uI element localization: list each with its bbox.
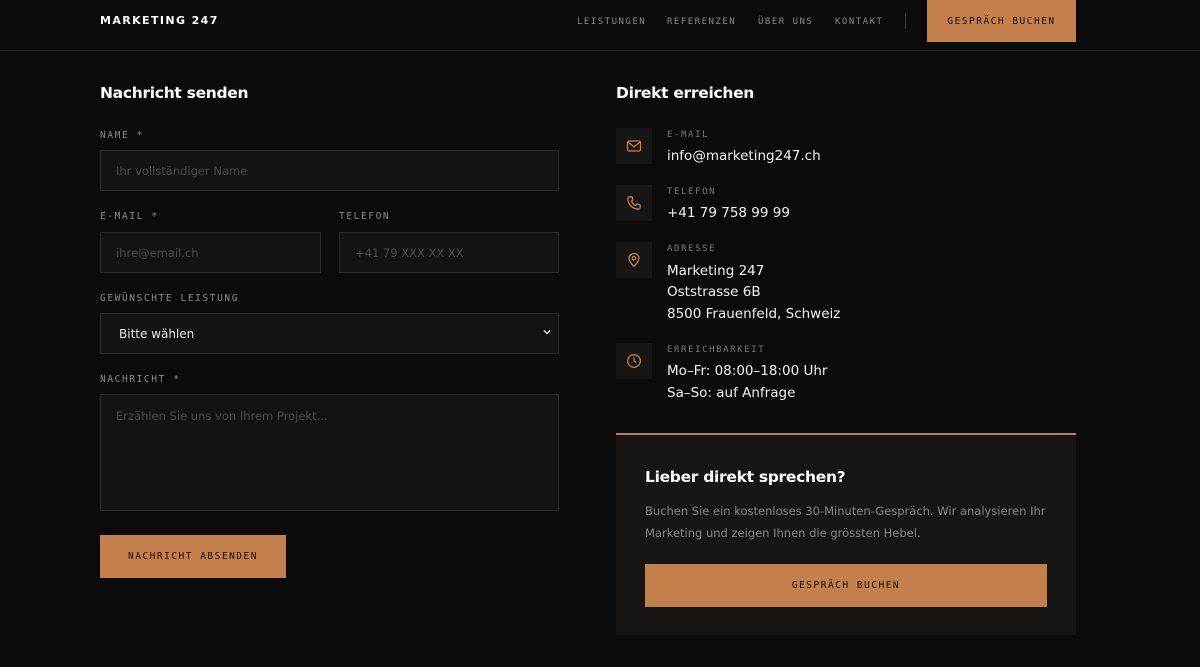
address-line-2: Oststrasse 6B: [667, 284, 761, 300]
service-label: GEWÜNSCHTE LEISTUNG: [100, 293, 240, 304]
form-title: Nachricht senden: [100, 84, 249, 102]
header-book-call-button[interactable]: GESPRÄCH BUCHEN: [927, 0, 1076, 42]
phone-info-value[interactable]: +41 79 758 99 99: [667, 203, 790, 225]
message-label: NACHRICHT *: [100, 374, 181, 385]
chevron-down-icon: [543, 330, 551, 335]
logo[interactable]: MARKETING 247: [100, 14, 219, 27]
contact-title: Direkt erreichen: [616, 84, 755, 102]
cta-card: Lieber direkt sprechen? Buchen Sie ein k…: [616, 433, 1076, 635]
site-header: MARKETING 247 LEISTUNGEN REFERENZEN ÜBER…: [0, 0, 1200, 51]
nav-link-ueber-uns[interactable]: ÜBER UNS: [758, 17, 813, 27]
phone-info-label: TELEFON: [667, 187, 717, 197]
submit-button[interactable]: NACHRICHT ABSENDEN: [100, 535, 286, 578]
nav-link-kontakt[interactable]: KONTAKT: [835, 17, 883, 27]
hours-line-1: Mo–Fr: 08:00–18:00 Uhr: [667, 363, 828, 379]
phone-label: TELEFON: [339, 211, 391, 222]
address-line-1: Marketing 247: [667, 263, 765, 279]
nav-divider: [905, 13, 906, 29]
message-textarea[interactable]: [100, 394, 559, 511]
email-label: E-MAIL *: [100, 211, 159, 222]
email-info-value[interactable]: info@marketing247.ch: [667, 146, 821, 168]
name-input[interactable]: [100, 150, 559, 191]
map-pin-icon: [616, 242, 652, 278]
hours-info-label: ERREICHBARKEIT: [667, 345, 766, 355]
mail-icon: [616, 128, 652, 164]
email-input[interactable]: [100, 232, 321, 273]
nav-link-referenzen[interactable]: REFERENZEN: [667, 17, 736, 27]
cta-card-text: Buchen Sie ein kostenloses 30-Minuten-Ge…: [645, 504, 1046, 540]
phone-input[interactable]: [339, 232, 559, 273]
service-select[interactable]: Bitte wählen: [100, 313, 559, 354]
email-info-label: E-MAIL: [667, 130, 710, 140]
address-info-label: ADRESSE: [667, 244, 717, 254]
name-label: NAME *: [100, 130, 144, 141]
hours-line-2: Sa–So: auf Anfrage: [667, 385, 796, 401]
address-line-3: 8500 Frauenfeld, Schweiz: [667, 306, 841, 322]
cta-card-title: Lieber direkt sprechen?: [645, 468, 846, 486]
service-select-value: Bitte wählen: [119, 326, 195, 341]
cta-book-call-button[interactable]: GESPRÄCH BUCHEN: [645, 564, 1047, 607]
clock-icon: [616, 343, 652, 379]
phone-icon: [616, 185, 652, 221]
nav-link-leistungen[interactable]: LEISTUNGEN: [577, 17, 646, 27]
